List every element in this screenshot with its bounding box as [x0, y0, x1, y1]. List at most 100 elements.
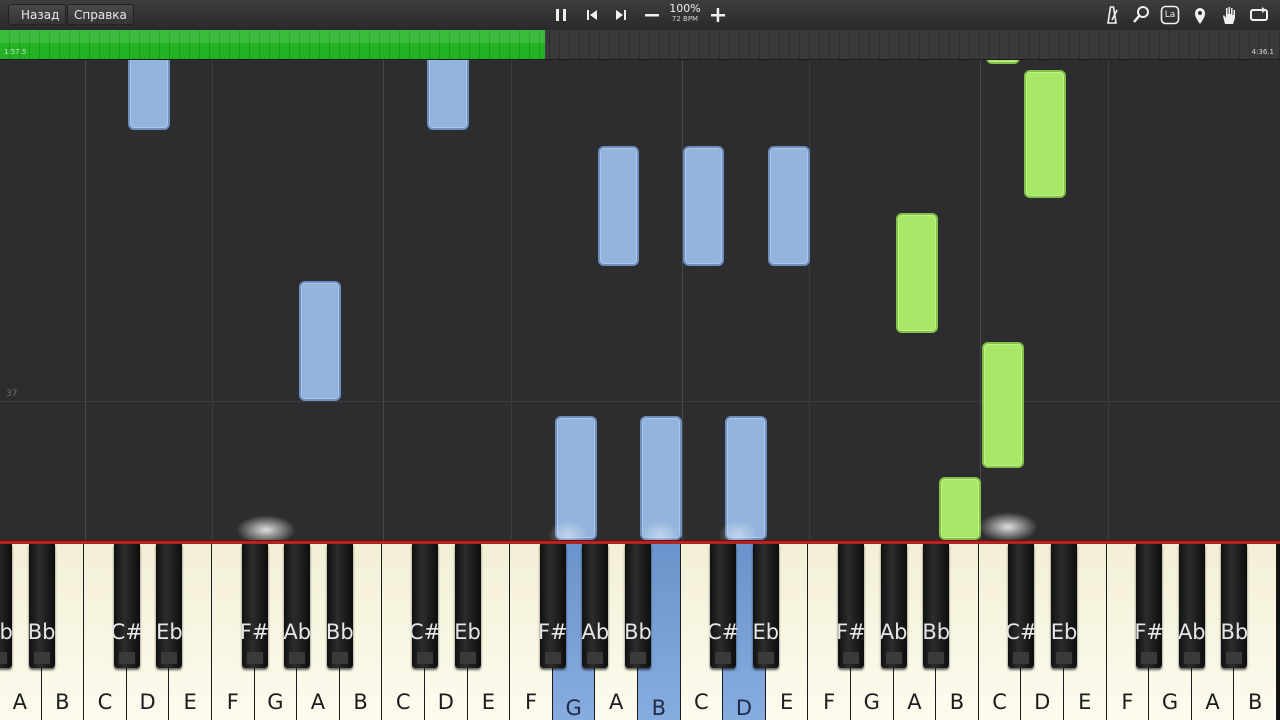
beat-line [809, 60, 810, 540]
black-key-eb[interactable]: Eb [1051, 544, 1077, 668]
key-label: D [735, 696, 753, 720]
black-key-eb[interactable]: Eb [156, 544, 183, 668]
key-label: F# [836, 620, 866, 644]
key-label: C [694, 690, 709, 714]
key-label: C [97, 690, 113, 714]
key-label: Eb [156, 620, 183, 644]
note-right-hand [986, 60, 1020, 64]
black-key-bb[interactable]: Bb [27, 544, 56, 668]
key-label: Bb [1220, 620, 1249, 644]
key-label: C# [408, 620, 442, 644]
metronome-icon[interactable] [1101, 4, 1123, 26]
key-label: F [226, 690, 239, 714]
black-key-ab[interactable]: Ab [879, 544, 908, 668]
key-label: C [992, 690, 1007, 714]
key-label: Eb [454, 620, 481, 644]
label-mode-text: La [1164, 10, 1176, 20]
black-key-bb[interactable]: Bb [325, 544, 354, 668]
tempo-bpm: 72 BPM [671, 15, 699, 23]
beat-line [212, 60, 213, 540]
key-label: A [12, 690, 27, 714]
tempo-readout: 100% 72 BPM [666, 3, 704, 24]
black-key-ab[interactable]: Ab [581, 544, 610, 668]
key-label: C [395, 690, 411, 714]
note-left-hand [128, 60, 170, 130]
bar-line [980, 60, 981, 540]
hand-icon[interactable] [1218, 4, 1240, 26]
black-key-bb[interactable]: Bb [624, 544, 652, 668]
black-key-f-sharp[interactable]: F# [836, 544, 866, 668]
key-label: A [609, 690, 624, 714]
bar-line [85, 60, 86, 540]
help-button[interactable]: Справка [67, 4, 134, 25]
black-key-bb[interactable]: Bb [1220, 544, 1249, 668]
key-label: Ab [879, 620, 908, 644]
black-key-ab[interactable]: Ab [1177, 544, 1206, 668]
key-label: G [565, 696, 582, 720]
key-label: Bb [27, 620, 56, 644]
tempo-minus-button[interactable] [641, 4, 663, 26]
black-key-bb[interactable]: Bb [922, 544, 950, 668]
key-label: F [823, 690, 836, 714]
total-time: 4:36.1 [1251, 48, 1274, 56]
key-label: Ab [1177, 620, 1206, 644]
black-key-eb[interactable]: Eb [752, 544, 780, 668]
key-label: E [481, 690, 496, 714]
key-label: B [651, 696, 666, 720]
key-label: E [183, 690, 197, 714]
piano-keyboard[interactable]: A B C D E F G A B C D E F G A B C D E F G A B C D E F G A B Bb Bb C# Eb F#… [0, 544, 1280, 720]
back-button[interactable]: Назад [8, 4, 67, 25]
key-label: F [524, 690, 538, 714]
key-label: C# [110, 620, 143, 644]
black-key-bb[interactable]: Bb [0, 544, 13, 668]
key-label: Bb [325, 620, 354, 644]
note-right-hand [896, 213, 938, 333]
key-label: A [1205, 690, 1220, 714]
pause-icon[interactable] [550, 4, 572, 26]
key-label: B [353, 690, 368, 714]
black-key-c-sharp[interactable]: C# [707, 544, 739, 668]
black-key-c-sharp[interactable]: C# [1005, 544, 1038, 668]
beat-line [1108, 60, 1109, 540]
black-key-ab[interactable]: Ab [283, 544, 311, 668]
measure-number: 37 [6, 389, 18, 399]
key-label: Ab [581, 620, 610, 644]
key-hit-glow [978, 512, 1038, 540]
beat-line [511, 60, 512, 540]
skip-forward-icon[interactable] [610, 4, 632, 26]
key-label: B [55, 690, 70, 714]
black-key-f-sharp[interactable]: F# [239, 544, 270, 668]
note-roll: 37 [0, 60, 1280, 540]
black-key-f-sharp[interactable]: F# [538, 544, 568, 668]
key-label: B [1247, 690, 1263, 714]
black-key-f-sharp[interactable]: F# [1134, 544, 1164, 668]
label-mode-icon[interactable]: La [1159, 4, 1181, 26]
black-key-c-sharp[interactable]: C# [408, 544, 442, 668]
tempo-plus-button[interactable] [707, 4, 729, 26]
timeline-progress [0, 30, 546, 59]
note-left-hand [768, 146, 810, 266]
key-label: Bb [0, 620, 13, 644]
key-label: D [139, 690, 156, 714]
song-timeline[interactable]: 1:57.5 4:36.1 [0, 30, 1280, 60]
key-label: A [907, 690, 922, 714]
key-label: C# [1005, 620, 1038, 644]
key-label: G [1161, 690, 1179, 714]
key-label: A [310, 690, 326, 714]
bar-line [682, 60, 683, 540]
black-key-c-sharp[interactable]: C# [110, 544, 143, 668]
location-pin-icon[interactable] [1189, 4, 1211, 26]
magnifier-icon[interactable] [1130, 4, 1152, 26]
key-label: E [1078, 690, 1092, 714]
black-key-eb[interactable]: Eb [454, 544, 481, 668]
skip-back-icon[interactable] [581, 4, 603, 26]
key-label: F# [239, 620, 270, 644]
key-label: Eb [752, 620, 780, 644]
key-label: F [1121, 690, 1134, 714]
key-label: D [437, 690, 454, 714]
key-label: Bb [624, 620, 652, 644]
note-left-hand [299, 281, 341, 401]
note-left-hand [427, 60, 469, 130]
loop-icon[interactable] [1248, 4, 1270, 26]
toolbar: Назад Справка 100% 72 BPM La [0, 0, 1280, 31]
